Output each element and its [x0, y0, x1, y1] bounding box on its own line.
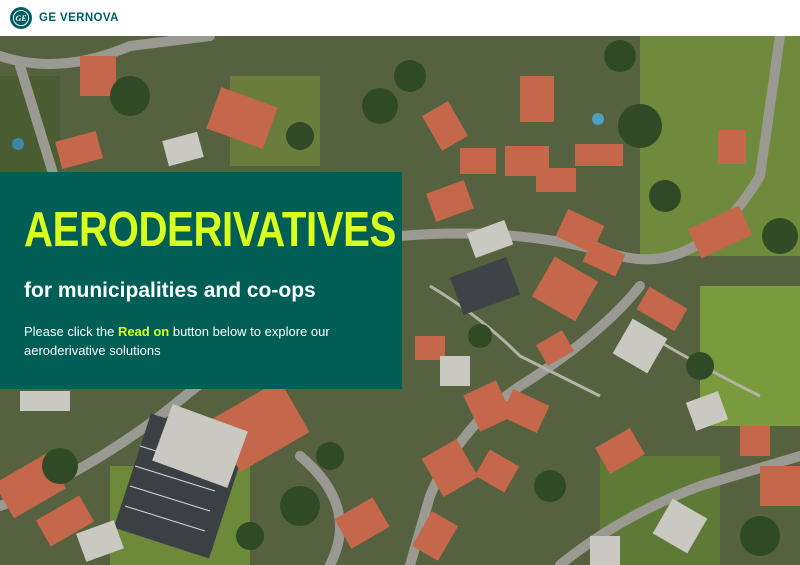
brand-name[interactable]: GE VERNOVA: [39, 12, 119, 24]
page-subtitle: for municipalities and co-ops: [24, 279, 316, 302]
svg-text:GE: GE: [15, 14, 26, 23]
page-title: AERODERIVATIVES: [24, 203, 396, 257]
top-bar: GE GE VERNOVA: [0, 0, 800, 36]
ge-monogram-icon[interactable]: GE: [10, 7, 32, 29]
intro-text: Please click the Read on button below to…: [24, 322, 364, 360]
read-on-highlight: Read on: [117, 324, 170, 339]
hero-text-panel: AERODERIVATIVES for municipalities and c…: [0, 172, 402, 389]
intro-text-start: Please click the: [24, 324, 118, 339]
